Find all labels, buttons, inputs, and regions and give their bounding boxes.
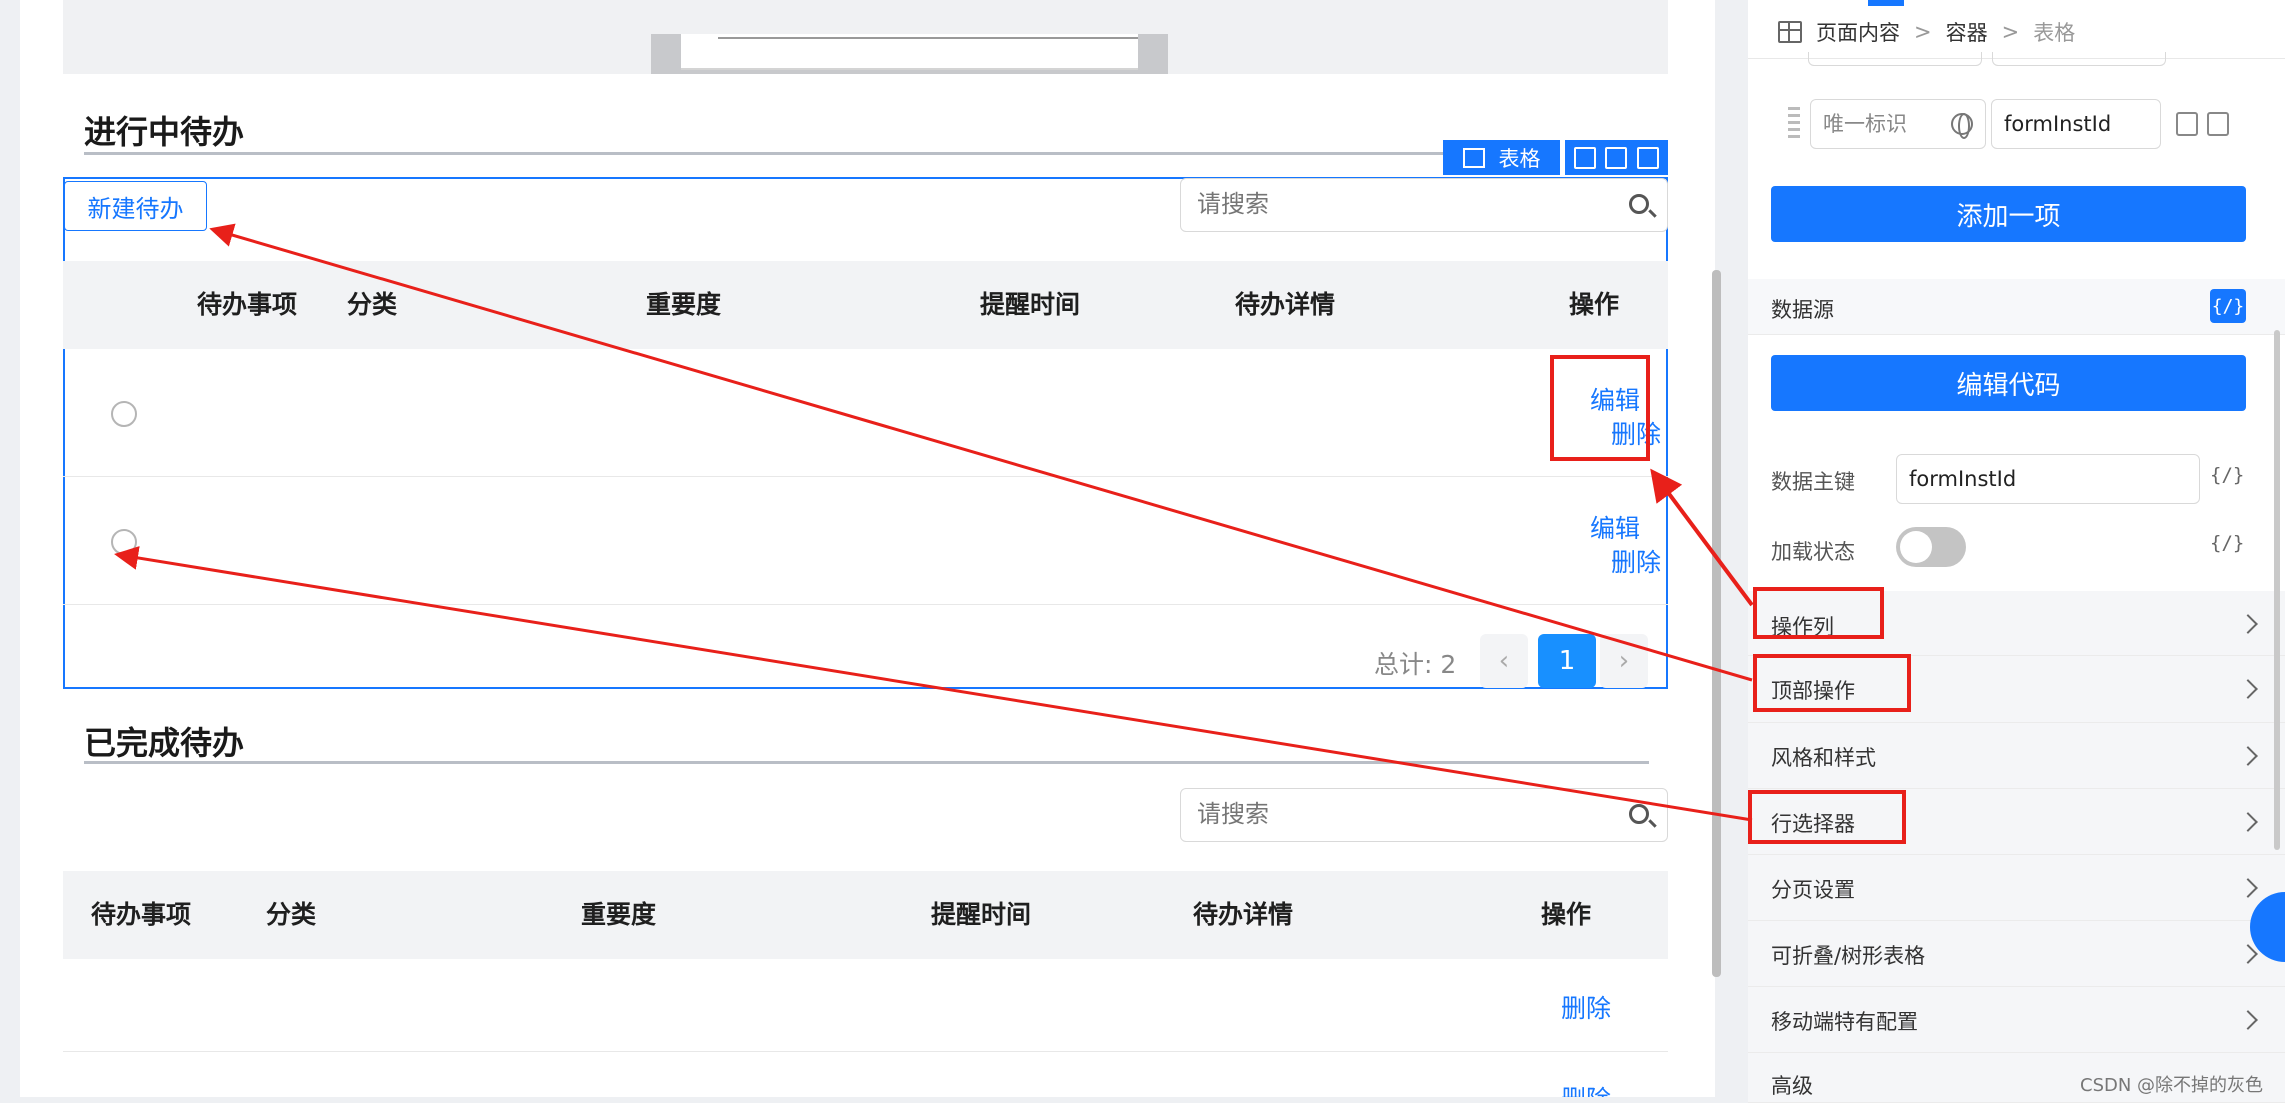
copy-icon[interactable] — [1605, 146, 1628, 169]
search-box-in-progress[interactable] — [1180, 178, 1668, 232]
drag-handle-icon[interactable] — [1788, 107, 1800, 139]
primary-key-label: 数据主键 — [1771, 470, 1855, 494]
selected-component-tag[interactable]: 表格 — [1443, 140, 1560, 175]
table-icon — [1778, 21, 1802, 43]
chevron-right-icon: > — [2001, 20, 2020, 44]
table-header-completed: 待办事项 分类 重要度 提醒时间 待办详情 操作 — [63, 871, 1668, 959]
section-pagination[interactable]: 分页设置 — [1748, 855, 2285, 921]
designer-canvas: 进行中待办 表格 新建待办 待办事项 分类 重要度 提醒时间 待办详情 操作 编… — [20, 0, 1715, 1097]
insert-icon[interactable] — [1573, 146, 1596, 169]
delete-icon[interactable] — [1637, 146, 1660, 169]
unique-id-field[interactable]: 唯一标识 — [1810, 99, 1986, 149]
datasource-section: 数据源 {/} — [1748, 279, 2285, 335]
primary-key-field[interactable]: formInstId — [1896, 454, 2200, 504]
col-header-item[interactable]: 待办事项 — [91, 871, 191, 959]
col-header-actions: 操作 — [1569, 290, 1620, 319]
unique-id-value-field[interactable]: formInstId — [1991, 99, 2161, 149]
annotation-box-row-selector — [1748, 790, 1906, 844]
search-input[interactable] — [1195, 179, 1595, 229]
new-todo-button[interactable]: 新建待办 — [64, 181, 207, 231]
search-icon[interactable] — [1629, 804, 1649, 824]
property-panel: 页面内容 > 容器 > 表格 唯一标识 formInstId 添加一项 数据源 … — [1748, 0, 2285, 1103]
row-selector-radio[interactable] — [111, 529, 137, 555]
search-input[interactable] — [1195, 789, 1595, 839]
chevron-right-icon — [2238, 679, 2258, 699]
loading-toggle[interactable] — [1896, 527, 1966, 567]
prev-page-button[interactable]: ‹ — [1480, 634, 1528, 688]
previous-item-field[interactable] — [1992, 52, 2166, 66]
breadcrumb: 页面内容 > 容器 > 表格 — [1778, 17, 2075, 47]
selected-tag-label: 表格 — [1498, 146, 1541, 171]
col-header-details[interactable]: 待办详情 — [1235, 261, 1335, 349]
section-style[interactable]: 风格和样式 — [1748, 723, 2285, 789]
edit-link[interactable]: 编辑 — [1590, 509, 1640, 545]
add-item-button[interactable]: 添加一项 — [1771, 186, 2246, 242]
component-toolbar — [1565, 140, 1668, 175]
table-row: 编辑 删除 — [63, 349, 1668, 477]
col-header-category[interactable]: 分类 — [266, 871, 316, 959]
code-mode-badge[interactable]: {/} — [2210, 289, 2246, 323]
table-icon — [1462, 147, 1485, 168]
table-row: 编辑 删除 — [63, 477, 1668, 605]
title-divider — [84, 152, 1444, 155]
panel-scrollbar[interactable] — [2274, 330, 2280, 850]
chevron-right-icon — [2238, 1010, 2258, 1030]
chevron-right-icon — [2238, 944, 2258, 964]
col-header-actions: 操作 — [1541, 900, 1592, 929]
col-header-importance[interactable]: 重要度 — [581, 871, 656, 959]
col-header-category[interactable]: 分类 — [347, 261, 397, 349]
annotation-box-action-column — [1753, 587, 1884, 639]
edit-icon[interactable] — [2176, 112, 2198, 136]
trash-icon[interactable] — [2207, 112, 2229, 136]
previous-item-field[interactable] — [1808, 52, 1982, 66]
embedded-component[interactable] — [651, 34, 1168, 74]
code-toggle-icon[interactable]: {/} — [2210, 532, 2244, 554]
chevron-right-icon: > — [1914, 20, 1932, 44]
current-page-button[interactable]: 1 — [1538, 634, 1596, 688]
col-header-item[interactable]: 待办事项 — [197, 261, 297, 349]
previous-component-strip — [63, 0, 1668, 74]
delete-link[interactable]: 删除 — [1561, 1080, 1611, 1097]
col-header-details[interactable]: 待办详情 — [1193, 871, 1293, 959]
annotation-box-top-actions — [1753, 654, 1911, 712]
globe-icon[interactable] — [1951, 113, 1973, 139]
loading-label: 加载状态 — [1771, 540, 1855, 564]
col-header-importance[interactable]: 重要度 — [646, 261, 721, 349]
delete-link[interactable]: 删除 — [1561, 989, 1611, 1025]
table-header-in-progress: 待办事项 分类 重要度 提醒时间 待办详情 操作 — [63, 261, 1668, 349]
table-row: 删除 — [63, 959, 1668, 1052]
active-tab-indicator — [1868, 0, 1904, 6]
breadcrumb-item[interactable]: 容器 — [1946, 17, 1988, 47]
search-icon[interactable] — [1629, 194, 1649, 214]
canvas-scrollbar[interactable] — [1712, 270, 1721, 977]
col-header-reminder[interactable]: 提醒时间 — [980, 261, 1080, 349]
pagination-total: 总计: 2 — [1374, 650, 1457, 679]
edit-code-button[interactable]: 编辑代码 — [1771, 355, 2246, 411]
breadcrumb-item-current: 表格 — [2033, 21, 2076, 45]
watermark: CSDN @除不掉的灰色 — [2080, 1075, 2264, 1096]
annotation-box-row-actions — [1550, 355, 1650, 461]
code-toggle-icon[interactable]: {/} — [2210, 464, 2244, 486]
table-row: 删除 — [63, 1052, 1668, 1097]
search-box-completed[interactable] — [1180, 788, 1668, 842]
breadcrumb-item[interactable]: 页面内容 — [1816, 17, 1900, 47]
col-header-reminder[interactable]: 提醒时间 — [931, 871, 1031, 959]
section-title-in-progress: 进行中待办 — [84, 113, 245, 151]
section-tree-table[interactable]: 可折叠/树形表格 — [1748, 921, 2285, 987]
chevron-right-icon — [2238, 878, 2258, 898]
delete-link[interactable]: 删除 — [1611, 543, 1661, 579]
section-mobile[interactable]: 移动端特有配置 — [1748, 987, 2285, 1053]
title-divider — [84, 761, 1649, 764]
chevron-right-icon — [2238, 746, 2258, 766]
next-page-button[interactable]: › — [1600, 634, 1648, 688]
row-selector-radio[interactable] — [111, 401, 137, 427]
chevron-right-icon — [2238, 614, 2258, 634]
chevron-right-icon — [2238, 812, 2258, 832]
section-title-completed: 已完成待办 — [84, 724, 245, 762]
